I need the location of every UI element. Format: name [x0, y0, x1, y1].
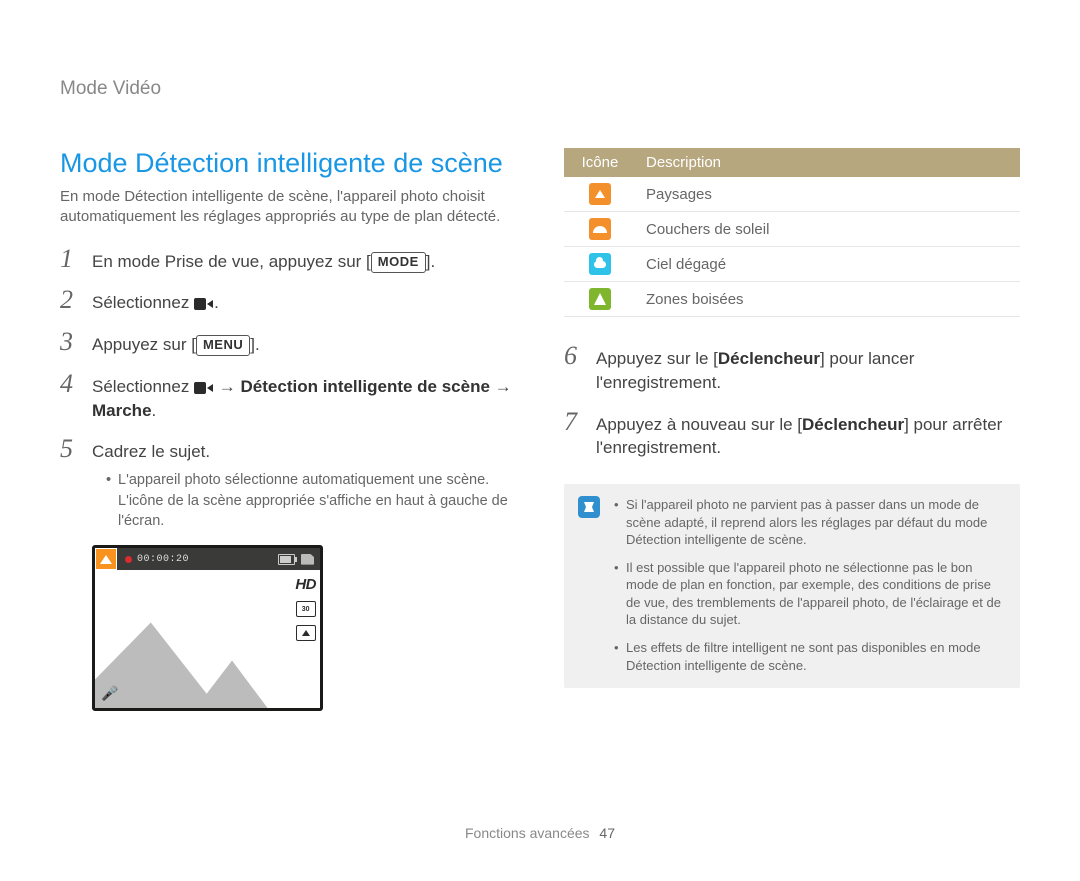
step-text: → [490, 377, 512, 396]
steps-list-right: 6 Appuyez sur le [Déclencheur] pour lanc… [564, 343, 1020, 460]
footer-section: Fonctions avancées [465, 825, 590, 841]
left-column: Mode Détection intelligente de scène En … [60, 148, 516, 711]
video-mode-icon [194, 382, 214, 394]
step-body: Appuyez sur le [Déclencheur] pour lancer… [596, 347, 1020, 395]
step-text: . [214, 293, 219, 312]
step-text: Appuyez sur [ [92, 335, 196, 354]
lcd-status-icons [278, 554, 320, 565]
video-mode-icon [194, 298, 214, 310]
step-5: 5 Cadrez le sujet. L'appareil photo séle… [60, 436, 516, 531]
record-indicator-icon [125, 556, 132, 563]
step-text: En mode Prise de vue, appuyez sur [ [92, 252, 371, 271]
clear-sky-icon [589, 253, 611, 275]
step-number: 7 [564, 409, 582, 435]
table-cell-description: Paysages [636, 177, 1020, 212]
step-number: 4 [60, 371, 78, 397]
step-bold: Marche [92, 401, 152, 420]
step-number: 6 [564, 343, 582, 369]
two-column-layout: Mode Détection intelligente de scène En … [60, 148, 1020, 711]
step-number: 2 [60, 287, 78, 313]
battery-icon [278, 554, 295, 565]
scene-detected-icon [95, 548, 117, 570]
fps-icon: 30 [296, 601, 316, 617]
step-text: Appuyez à nouveau sur le [ [596, 415, 802, 434]
step-body: En mode Prise de vue, appuyez sur [MODE]… [92, 250, 516, 274]
sunset-icon [589, 218, 611, 240]
right-column: Icône Description Paysages Couchers de s… [564, 148, 1020, 711]
step-bold: Déclencheur [802, 415, 904, 434]
step-number: 1 [60, 246, 78, 272]
lcd-side-icons: HD 30 [295, 576, 316, 641]
step-body: Sélectionnez → Détection intelligente de… [92, 375, 516, 423]
table-cell-description: Couchers de soleil [636, 212, 1020, 247]
step-4: 4 Sélectionnez → Détection intelligente … [60, 371, 516, 423]
table-header-row: Icône Description [564, 148, 1020, 177]
note-box: Si l'appareil photo ne parvient pas à pa… [564, 484, 1020, 688]
metering-icon [296, 625, 316, 641]
table-row: Zones boisées [564, 282, 1020, 317]
step-text: Cadrez le sujet. [92, 442, 210, 461]
step-text: Sélectionnez [92, 293, 194, 312]
table-row: Couchers de soleil [564, 212, 1020, 247]
step-bold: Détection intelligente de scène [241, 377, 490, 396]
note-item: Il est possible que l'appareil photo ne … [614, 559, 1004, 629]
step-number: 3 [60, 329, 78, 355]
note-info-icon [578, 496, 600, 518]
lcd-example: 00:00:20 HD 30 [92, 545, 516, 711]
table-row: Paysages [564, 177, 1020, 212]
step-sublist: L'appareil photo sélectionne automatique… [92, 470, 516, 531]
lcd-preview-image [95, 613, 298, 708]
mode-button-icon: MODE [371, 252, 426, 273]
microphone-icon: 🎤 [101, 685, 118, 702]
page-number: 47 [599, 825, 615, 841]
step-text: Sélectionnez [92, 377, 194, 396]
step-subitem: L'appareil photo sélectionne automatique… [106, 470, 516, 531]
sd-card-icon [301, 554, 314, 565]
col-header-description: Description [636, 148, 1020, 177]
table-cell-description: Zones boisées [636, 282, 1020, 317]
step-3: 3 Appuyez sur [MENU]. [60, 329, 516, 357]
step-body: Sélectionnez . [92, 291, 516, 315]
hd-icon: HD [295, 576, 316, 593]
step-text: Appuyez sur le [ [596, 349, 718, 368]
manual-page: Mode Vidéo Mode Détection intelligente d… [0, 0, 1080, 881]
step-number: 5 [60, 436, 78, 462]
step-2: 2 Sélectionnez . [60, 287, 516, 315]
mountain-icon [100, 555, 112, 564]
recording-time: 00:00:20 [137, 554, 189, 565]
step-6: 6 Appuyez sur le [Déclencheur] pour lanc… [564, 343, 1020, 395]
step-7: 7 Appuyez à nouveau sur le [Déclencheur]… [564, 409, 1020, 461]
menu-button-icon: MENU [196, 335, 250, 356]
intro-paragraph: En mode Détection intelligente de scène,… [60, 187, 516, 228]
col-header-icon: Icône [564, 148, 636, 177]
table-row: Ciel dégagé [564, 247, 1020, 282]
note-item: Si l'appareil photo ne parvient pas à pa… [614, 496, 1004, 549]
step-body: Cadrez le sujet. L'appareil photo sélect… [92, 440, 516, 531]
note-list: Si l'appareil photo ne parvient pas à pa… [614, 496, 1004, 674]
note-item: Les effets de filtre intelligent ne sont… [614, 639, 1004, 674]
step-1: 1 En mode Prise de vue, appuyez sur [MOD… [60, 246, 516, 274]
step-text: ]. [250, 335, 259, 354]
landscape-icon [589, 183, 611, 205]
lcd-top-bar: 00:00:20 [95, 548, 320, 570]
step-bold: Déclencheur [718, 349, 820, 368]
steps-list-left: 1 En mode Prise de vue, appuyez sur [MOD… [60, 246, 516, 532]
section-label: Mode Vidéo [60, 78, 1020, 100]
table-cell-description: Ciel dégagé [636, 247, 1020, 282]
step-body: Appuyez à nouveau sur le [Déclencheur] p… [596, 413, 1020, 461]
page-title: Mode Détection intelligente de scène [60, 148, 516, 179]
step-text: . [152, 401, 157, 420]
step-body: Appuyez sur [MENU]. [92, 333, 516, 357]
lcd-screen: 00:00:20 HD 30 [92, 545, 323, 711]
page-footer: Fonctions avancées 47 [60, 825, 1020, 841]
scene-icon-table: Icône Description Paysages Couchers de s… [564, 148, 1020, 317]
forest-icon [589, 288, 611, 310]
step-text: ]. [426, 252, 435, 271]
